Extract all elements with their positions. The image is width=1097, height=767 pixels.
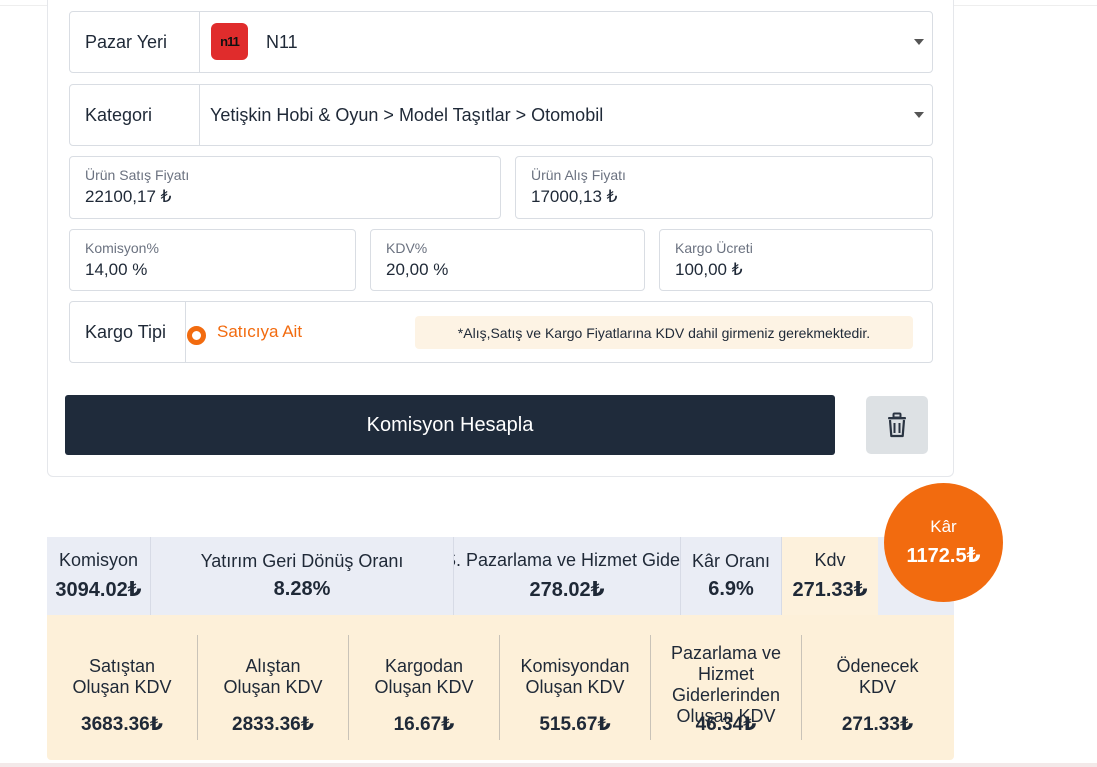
vat-label: Ödenecek KDV bbox=[836, 656, 919, 697]
vat-label: Satıştan Oluşan KDV bbox=[72, 656, 172, 697]
summary-label: Kâr Oranı bbox=[691, 551, 771, 571]
summary-commission: Komisyon 3094.02₺ bbox=[47, 537, 151, 615]
clear-button[interactable] bbox=[866, 396, 928, 454]
commission-label: Komisyon% bbox=[85, 240, 159, 256]
category-select[interactable]: Kategori Yetişkin Hobi & Oyun > Model Ta… bbox=[69, 84, 933, 146]
shipping-fee-field[interactable]: Kargo Ücreti 100,00 ₺ bbox=[659, 229, 933, 291]
commission-input[interactable]: 14,00 % bbox=[85, 260, 340, 280]
summary-value: 271.33₺ bbox=[792, 579, 868, 601]
category-value: Yetişkin Hobi & Oyun > Model Taşıtlar > … bbox=[210, 104, 604, 125]
summary-label: Komisyon bbox=[58, 550, 139, 570]
category-label: Kategori bbox=[70, 85, 200, 145]
vat-from-purchase: Alıştan Oluşan KDV 2833.36₺ bbox=[198, 635, 349, 740]
vat-value: 515.67₺ bbox=[539, 714, 611, 735]
calculate-commission-button[interactable]: Komisyon Hesapla bbox=[65, 395, 835, 455]
vat-input[interactable]: 20,00 % bbox=[386, 260, 629, 280]
summary-bar: Komisyon 3094.02₺ Yatırım Geri Dönüş Ora… bbox=[47, 537, 954, 615]
profit-badge: Kâr 1172.5₺ bbox=[884, 483, 1003, 602]
sale-price-label: Ürün Satış Fiyatı bbox=[85, 167, 190, 183]
sale-price-input[interactable]: 22100,17 ₺ bbox=[85, 187, 485, 207]
vat-label: Komisyondan Oluşan KDV bbox=[520, 656, 630, 697]
summary-value: 278.02₺ bbox=[529, 579, 605, 601]
summary-roi: Yatırım Geri Dönüş Oranı 8.28% bbox=[151, 537, 454, 615]
purchase-price-label: Ürün Alış Fiyatı bbox=[531, 167, 626, 183]
summary-profit-rate: Kâr Oranı 6.9% bbox=[681, 537, 782, 615]
vat-label: KDV% bbox=[386, 240, 428, 256]
profit-label: Kâr bbox=[930, 517, 957, 536]
trash-icon bbox=[888, 412, 906, 438]
vat-from-marketing: Pazarlama ve Hizmet Giderlerinden Oluşan… bbox=[651, 635, 802, 740]
vat-value: 271.33₺ bbox=[841, 714, 914, 735]
shipping-fee-label: Kargo Ücreti bbox=[675, 240, 753, 256]
vat-from-shipping: Kargodan Oluşan KDV 16.67₺ bbox=[349, 635, 500, 740]
summary-value: 3094.02₺ bbox=[55, 579, 142, 601]
n11-logo-icon: n11 bbox=[211, 23, 248, 60]
shipping-fee-input[interactable]: 100,00 ₺ bbox=[675, 260, 917, 280]
summary-label: Kdv bbox=[814, 550, 846, 570]
seller-pays-radio[interactable] bbox=[187, 326, 206, 345]
summary-value: 6.9% bbox=[708, 578, 754, 600]
summary-marketing-cost: S. Pazarlama ve Hizmet Gideri 278.02₺ bbox=[454, 537, 681, 615]
purchase-price-input[interactable]: 17000,13 ₺ bbox=[531, 187, 917, 207]
vat-label: Alıştan Oluşan KDV bbox=[223, 656, 323, 697]
summary-vat: Kdv 271.33₺ bbox=[782, 537, 878, 615]
summary-value: 8.28% bbox=[273, 578, 331, 600]
vat-value: 3683.36₺ bbox=[81, 714, 163, 735]
vat-label: Kargodan Oluşan KDV bbox=[374, 656, 474, 697]
profit-value: 1172.5₺ bbox=[906, 545, 981, 567]
summary-label: Yatırım Geri Dönüş Oranı bbox=[200, 551, 404, 571]
vat-payable: Ödenecek KDV 271.33₺ bbox=[802, 635, 953, 740]
marketplace-value: N11 bbox=[266, 31, 298, 52]
bottom-divider bbox=[0, 763, 1097, 767]
vat-notice: *Alış,Satış ve Kargo Fiyatlarına KDV dah… bbox=[415, 316, 913, 349]
vat-from-commission: Komisyondan Oluşan KDV 515.67₺ bbox=[500, 635, 651, 740]
purchase-price-field[interactable]: Ürün Alış Fiyatı 17000,13 ₺ bbox=[515, 156, 933, 219]
chevron-down-icon bbox=[914, 112, 924, 118]
shipping-type-label: Kargo Tipi bbox=[70, 302, 186, 362]
commission-field[interactable]: Komisyon% 14,00 % bbox=[69, 229, 356, 291]
marketplace-label: Pazar Yeri bbox=[70, 12, 200, 72]
vat-value: 2833.36₺ bbox=[232, 714, 314, 735]
seller-pays-label[interactable]: Satıcıya Ait bbox=[217, 322, 302, 342]
summary-label: S. Pazarlama ve Hizmet Gideri bbox=[454, 550, 681, 570]
vat-breakdown-panel: Satıştan Oluşan KDV 3683.36₺ Alıştan Olu… bbox=[47, 615, 954, 760]
chevron-down-icon bbox=[914, 39, 924, 45]
vat-value: 16.67₺ bbox=[393, 714, 455, 735]
shipping-type-row: Kargo Tipi Satıcıya Ait *Alış,Satış ve K… bbox=[69, 301, 933, 363]
sale-price-field[interactable]: Ürün Satış Fiyatı 22100,17 ₺ bbox=[69, 156, 501, 219]
calculator-card: Pazar Yeri n11 N11 Kategori Yetişkin Hob… bbox=[47, 0, 954, 477]
vat-value: 46.34₺ bbox=[695, 714, 757, 735]
marketplace-select[interactable]: Pazar Yeri n11 N11 bbox=[69, 11, 933, 73]
vat-from-sales: Satıştan Oluşan KDV 3683.36₺ bbox=[47, 635, 198, 740]
vat-field[interactable]: KDV% 20,00 % bbox=[370, 229, 645, 291]
